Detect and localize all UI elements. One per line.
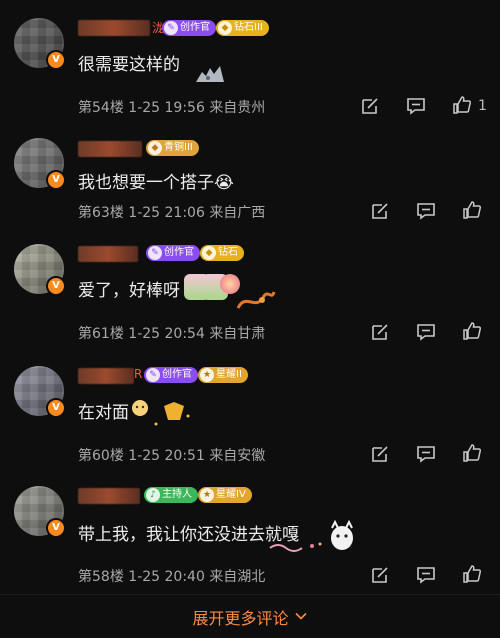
level-badge[interactable]: ★ 星耀II (198, 367, 248, 383)
diamond-icon: ◆ (202, 246, 216, 260)
like-button[interactable] (452, 95, 472, 115)
reply-button[interactable] (370, 322, 390, 342)
comment-meta: 第61楼 1-25 20:54 来自甘肃 (78, 323, 265, 343)
sticker-image (196, 66, 224, 82)
pen-icon: ✎ (164, 21, 178, 35)
username-redacted[interactable] (78, 246, 138, 262)
comment-item: V 泷 ✎ 创作官 ◆ 钻石III 很需要这样的 第54楼 1-25 19:56… (0, 0, 500, 126)
comment-date: 1-25 20:40 (128, 569, 205, 585)
diamond-icon: ◆ (218, 21, 232, 35)
comment-location: 来自甘肃 (209, 326, 266, 342)
floor-number: 第60楼 (78, 448, 124, 464)
username-redacted[interactable] (78, 20, 150, 36)
like-count: 1 (478, 98, 487, 114)
creator-badge[interactable]: ✎ 创作官 (162, 20, 216, 36)
comment-text: 带上我，我让你还没进去就嘎 (78, 525, 299, 545)
comment-location: 来自贵州 (209, 100, 266, 116)
star-icon: ★ (200, 488, 214, 502)
v-badge-icon: V (46, 518, 66, 538)
comment-date: 1-25 19:56 (128, 100, 205, 116)
level-badge[interactable]: ◆ 钻石 (200, 245, 244, 261)
like-button[interactable] (462, 443, 482, 463)
floor-number: 第61楼 (78, 326, 124, 342)
pen-icon: ✎ (148, 246, 162, 260)
level-badge[interactable]: ◆ 青铜III (146, 140, 199, 156)
comment-button[interactable] (416, 201, 436, 221)
comment-text: 爱了，好棒呀 (78, 281, 180, 301)
comment-location: 来自广西 (209, 205, 266, 221)
v-badge-icon: V (46, 50, 66, 70)
pen-icon: ✎ (146, 368, 160, 382)
comment-text: 很需要这样的 (78, 55, 180, 75)
expand-label: 展开更多评论 (192, 609, 289, 628)
comment-text: 在对面 (78, 403, 129, 423)
username-redacted[interactable] (78, 368, 134, 384)
comment-meta: 第63楼 1-25 21:06 来自广西 (78, 202, 265, 222)
v-badge-icon: V (46, 276, 66, 296)
divider (0, 594, 500, 595)
username-redacted[interactable] (78, 488, 140, 504)
reply-button[interactable] (370, 201, 390, 221)
level-badge[interactable]: ★ 星耀IV (198, 487, 252, 503)
sticker-image (269, 520, 353, 552)
floor-number: 第58楼 (78, 569, 124, 585)
comment-button[interactable] (416, 322, 436, 342)
comment-meta: 第60楼 1-25 20:51 来自安徽 (78, 445, 265, 465)
reply-button[interactable] (360, 96, 380, 116)
music-note-icon: ♪ (146, 488, 160, 502)
like-button[interactable] (462, 564, 482, 584)
floor-number: 第63楼 (78, 205, 124, 221)
comment-location: 来自安徽 (209, 448, 266, 464)
expand-more-comments-button[interactable]: 展开更多评论 (0, 605, 500, 629)
comment-meta: 第58楼 1-25 20:40 来自湖北 (78, 566, 265, 586)
comment-button[interactable] (406, 96, 426, 116)
sticker-image (236, 291, 276, 309)
sticker-image (132, 400, 190, 426)
level-badge[interactable]: ◆ 钻石III (216, 20, 269, 36)
v-badge-icon: V (46, 398, 66, 418)
comment-text: 我也想要一个搭子😭 (78, 173, 234, 193)
reply-button[interactable] (370, 565, 390, 585)
username-tail: R (134, 367, 143, 381)
reply-button[interactable] (370, 444, 390, 464)
username-redacted[interactable] (78, 141, 142, 157)
comment-item: V ♪ 主持人 ★ 星耀IV 带上我，我让你还没进去就嘎 第58楼 1-25 2… (0, 476, 500, 594)
comment-date: 1-25 21:06 (128, 205, 205, 221)
v-badge-icon: V (46, 170, 66, 190)
floor-number: 第54楼 (78, 100, 124, 116)
comment-item: V ✎ 创作官 ◆ 钻石 爱了，好棒呀 第61楼 1-25 20:54 来自甘肃 (0, 236, 500, 356)
comment-date: 1-25 20:51 (128, 448, 205, 464)
comment-date: 1-25 20:54 (128, 326, 205, 342)
like-button[interactable] (462, 200, 482, 220)
comment-button[interactable] (416, 444, 436, 464)
comment-item: V ◆ 青铜III 我也想要一个搭子😭 第63楼 1-25 21:06 来自广西 (0, 126, 500, 236)
creator-badge[interactable]: ✎ 创作官 (144, 367, 198, 383)
star-icon: ★ (200, 368, 214, 382)
chevron-down-icon (294, 608, 308, 627)
creator-badge[interactable]: ✎ 创作官 (146, 245, 200, 261)
comment-item: V R ✎ 创作官 ★ 星耀II 在对面 第60楼 1-25 20:51 来自安… (0, 356, 500, 476)
comment-location: 来自湖北 (209, 569, 266, 585)
diamond-icon: ◆ (148, 141, 162, 155)
comment-button[interactable] (416, 565, 436, 585)
like-button[interactable] (462, 321, 482, 341)
comment-meta: 第54楼 1-25 19:56 来自贵州 (78, 97, 265, 117)
host-badge[interactable]: ♪ 主持人 (144, 487, 198, 503)
